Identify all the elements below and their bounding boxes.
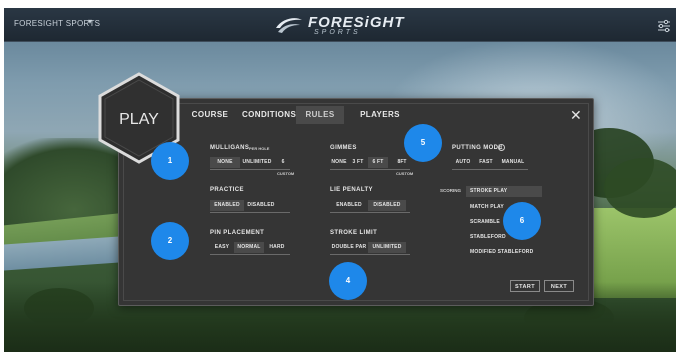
mulligans-sublabel: PER HOLE [249,146,270,151]
foresight-sports-logo: FORESiGHT SPORTS [274,14,424,38]
info-icon[interactable]: i [498,144,505,151]
tab-players[interactable]: PLAYERS [358,106,402,124]
bush [604,158,676,218]
mulligans-custom-caption: CUSTOM [277,171,295,176]
stroke-limit-underline [330,254,410,255]
gimmes-option-6ft[interactable]: 6 FT [368,157,388,168]
lie-penalty-option-enabled[interactable]: ENABLED [330,200,368,211]
callout-marker-2: 2 [151,222,189,260]
mulligans-option-unlimited[interactable]: UNLIMITED [240,157,274,168]
lie-penalty-selector: ENABLED DISABLED [330,200,406,211]
practice-option-enabled[interactable]: ENABLED [210,200,244,211]
pin-placement-underline [210,254,290,255]
tab-course[interactable]: COURSE [190,106,230,124]
lie-penalty-option-disabled[interactable]: DISABLED [368,200,406,211]
lie-penalty-underline [330,212,410,213]
practice-underline [210,212,290,213]
callout-marker-6: 6 [503,202,541,240]
putting-mode-option-auto[interactable]: AUTO [452,157,474,168]
gimmes-custom-value[interactable]: 8FT [394,157,410,168]
callout-marker-5: 5 [404,124,442,162]
pin-placement-option-easy[interactable]: EASY [210,242,234,253]
gimmes-underline [330,169,410,170]
mulligans-custom-value[interactable]: 6 [276,157,290,168]
putting-mode-label: PUTTING MODE [452,145,503,151]
pin-placement-option-normal[interactable]: NORMAL [234,242,264,253]
gimmes-option-none[interactable]: NONE [330,157,348,168]
putting-mode-option-fast[interactable]: FAST [474,157,498,168]
top-bar: FORESIGHT SPORTS ▾ FORESiGHT SPORTS [4,8,676,42]
stroke-limit-option-unlimited[interactable]: UNLIMITED [368,242,406,253]
gimmes-selector: NONE 3 FT 6 FT [330,157,388,168]
mulligans-underline [210,169,290,170]
scoring-label: SCORING [440,188,462,193]
settings-sliders-icon[interactable] [656,18,672,34]
chevron-down-icon[interactable]: ▾ [88,17,92,26]
scoring-option-stroke-play[interactable]: STROKE PLAY [466,186,542,197]
start-button[interactable]: START [510,280,540,292]
gimmes-label: GIMMES [330,145,357,151]
pin-placement-label: PIN PLACEMENT [210,230,265,236]
practice-selector: ENABLED DISABLED [210,200,278,211]
putting-mode-option-manual[interactable]: MANUAL [498,157,528,168]
mulligans-label: MULLIGANS [210,145,250,151]
tab-rules[interactable]: RULES [296,106,344,124]
gimmes-custom-caption: CUSTOM [396,171,414,176]
callout-marker-4: 4 [329,262,367,300]
mulligans-selector: NONE UNLIMITED [210,157,274,168]
close-icon[interactable]: ✕ [570,108,582,122]
pin-placement-selector: EASY NORMAL HARD [210,242,290,253]
pin-placement-option-hard[interactable]: HARD [264,242,290,253]
stroke-limit-label: STROKE LIMIT [330,230,378,236]
lie-penalty-label: LIE PENALTY [330,187,373,193]
putting-mode-underline [452,169,528,170]
practice-label: PRACTICE [210,187,244,193]
tab-conditions[interactable]: CONDITIONS [242,106,296,124]
callout-marker-1: 1 [151,142,189,180]
stroke-limit-option-double-par[interactable]: DOUBLE PAR [330,242,368,253]
brand-subtitle: SPORTS [314,29,361,36]
foresight-swoosh-icon [276,18,302,33]
scoring-option-modified-stableford[interactable]: MODIFIED STABLEFORD [466,247,542,258]
stroke-limit-selector: DOUBLE PAR UNLIMITED [330,242,406,253]
gimmes-option-3ft[interactable]: 3 FT [348,157,368,168]
play-title: PLAY [119,111,159,128]
putting-mode-selector: AUTO FAST MANUAL [452,157,528,168]
next-button[interactable]: NEXT [544,280,574,292]
mulligans-option-none[interactable]: NONE [210,157,240,168]
practice-option-disabled[interactable]: DISABLED [244,200,278,211]
